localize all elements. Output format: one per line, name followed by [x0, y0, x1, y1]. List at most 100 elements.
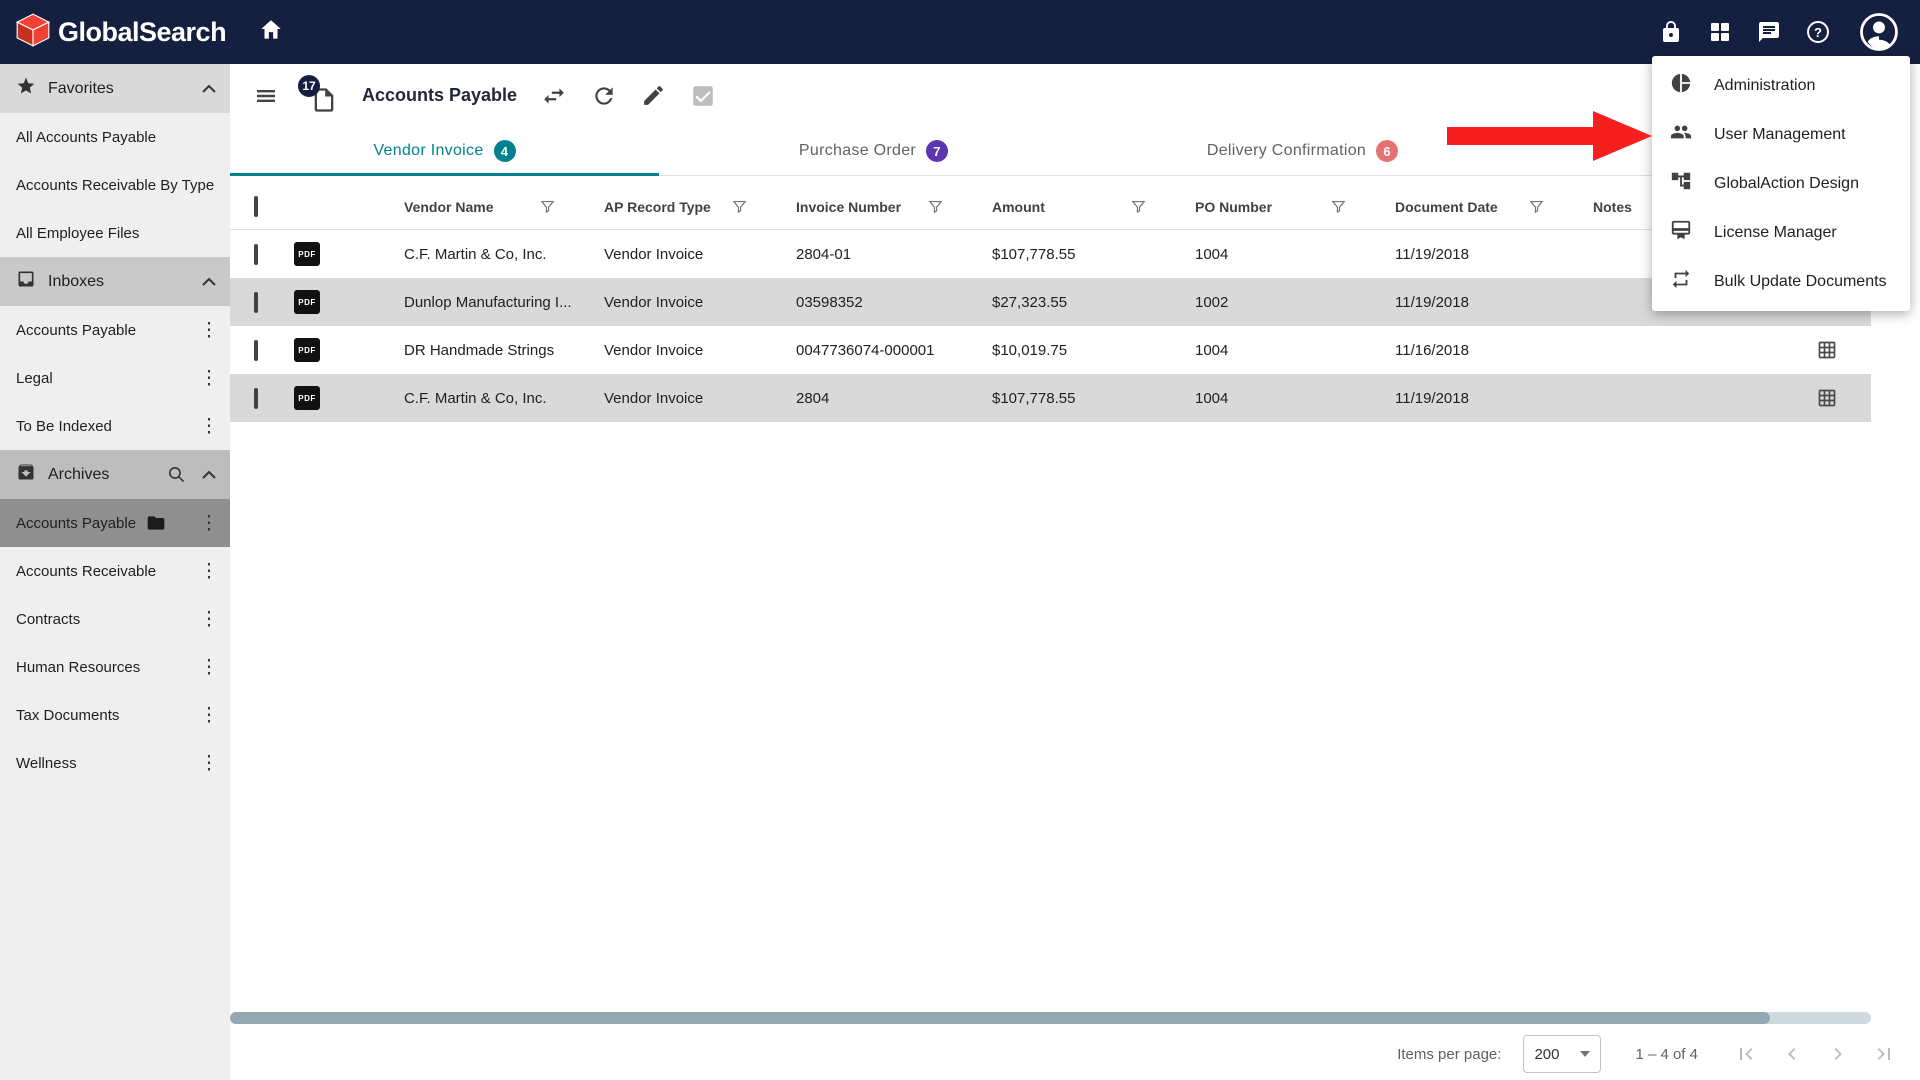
- edit-pencil-icon[interactable]: [641, 83, 666, 108]
- kebab-menu-icon[interactable]: ⋮: [198, 610, 220, 629]
- chevron-up-icon[interactable]: [202, 466, 216, 484]
- row-checkbox[interactable]: [254, 291, 258, 313]
- cell-document-date: 11/19/2018: [1395, 245, 1469, 263]
- sidebar-item-accounts-receivable-by-type[interactable]: Accounts Receivable By Type: [0, 161, 230, 209]
- archive-item-contracts[interactable]: Contracts ⋮: [0, 595, 230, 643]
- chevron-up-icon[interactable]: [202, 273, 216, 291]
- star-icon: [16, 76, 36, 101]
- kebab-menu-icon[interactable]: ⋮: [198, 417, 220, 436]
- archive-item-human-resources[interactable]: Human Resources ⋮: [0, 643, 230, 691]
- tab-delivery-confirmation[interactable]: Delivery Confirmation 6: [1088, 127, 1517, 175]
- page-size-select[interactable]: 200: [1523, 1035, 1602, 1073]
- archive-item-accounts-payable[interactable]: Accounts Payable ⋮: [0, 499, 230, 547]
- cell-ap-record-type: Vendor Invoice: [604, 245, 704, 263]
- menu-item-administration[interactable]: Administration: [1652, 61, 1910, 110]
- kebab-menu-icon[interactable]: ⋮: [198, 514, 220, 533]
- cell-amount: $10,019.75: [992, 341, 1068, 359]
- cell-vendor-name: DR Handmade Strings: [404, 341, 555, 359]
- inboxes-section-header[interactable]: Inboxes: [0, 257, 230, 306]
- row-checkbox[interactable]: [254, 387, 258, 409]
- cell-document-date: 11/19/2018: [1395, 293, 1469, 311]
- previous-page-button[interactable]: [1778, 1040, 1806, 1068]
- help-icon[interactable]: ?: [1805, 19, 1831, 45]
- home-button[interactable]: [258, 17, 284, 48]
- filter-funnel-icon[interactable]: [1528, 198, 1545, 215]
- sidebar-item-all-accounts-payable[interactable]: All Accounts Payable: [0, 113, 230, 161]
- cell-po-number: 1004: [1195, 389, 1229, 407]
- pdf-file-icon[interactable]: PDF: [294, 242, 320, 266]
- swap-view-icon[interactable]: [541, 83, 567, 109]
- tab-purchase-order[interactable]: Purchase Order 7: [659, 127, 1088, 175]
- cell-po-number: 1004: [1195, 245, 1229, 263]
- menu-item-bulk-update-documents[interactable]: Bulk Update Documents: [1652, 257, 1910, 306]
- kebab-menu-icon[interactable]: ⋮: [198, 658, 220, 677]
- archive-item-tax-documents[interactable]: Tax Documents ⋮: [0, 691, 230, 739]
- archive-item-accounts-receivable[interactable]: Accounts Receivable ⋮: [0, 547, 230, 595]
- globalaction-design-icon: [1670, 170, 1692, 197]
- menu-item-license-manager[interactable]: License Manager: [1652, 208, 1910, 257]
- table-row[interactable]: PDF C.F. Martin & Co, Inc. Vendor Invoic…: [230, 230, 1871, 278]
- filter-funnel-icon[interactable]: [731, 198, 748, 215]
- favorites-label: Favorites: [48, 79, 114, 97]
- kebab-menu-icon[interactable]: ⋮: [198, 706, 220, 725]
- home-icon: [258, 17, 284, 48]
- tab-vendor-invoice[interactable]: Vendor Invoice 4: [230, 127, 659, 176]
- table-row[interactable]: PDF C.F. Martin & Co, Inc. Vendor Invoic…: [230, 374, 1871, 422]
- user-management-icon: [1670, 121, 1692, 148]
- kebab-menu-icon[interactable]: ⋮: [198, 369, 220, 388]
- lock-icon[interactable]: [1658, 19, 1684, 45]
- filter-funnel-icon[interactable]: [927, 198, 944, 215]
- items-per-page-label: Items per page:: [1397, 1045, 1502, 1063]
- app-launcher-icon[interactable]: [1707, 19, 1733, 45]
- grid-notes-icon[interactable]: [1817, 340, 1837, 360]
- menu-item-user-management[interactable]: User Management: [1652, 110, 1910, 159]
- kebab-menu-icon[interactable]: ⋮: [198, 321, 220, 340]
- refresh-icon[interactable]: [591, 83, 617, 109]
- last-page-button[interactable]: [1870, 1040, 1898, 1068]
- pdf-file-icon[interactable]: PDF: [294, 386, 320, 410]
- filter-funnel-icon[interactable]: [539, 198, 556, 215]
- topbar-actions: ?: [1658, 11, 1900, 53]
- inbox-item-legal[interactable]: Legal ⋮: [0, 354, 230, 402]
- feedback-chat-icon[interactable]: [1756, 19, 1782, 45]
- admin-dropdown-menu: Administration User Management GlobalAct…: [1652, 56, 1910, 311]
- cell-vendor-name: C.F. Martin & Co, Inc.: [404, 389, 547, 407]
- select-all-checkbox[interactable]: [254, 195, 258, 217]
- cell-po-number: 1002: [1195, 293, 1229, 311]
- hamburger-menu-icon[interactable]: [254, 84, 278, 108]
- archive-item-wellness[interactable]: Wellness ⋮: [0, 739, 230, 787]
- cell-invoice-number: 03598352: [796, 293, 863, 311]
- table-row[interactable]: PDF DR Handmade Strings Vendor Invoice 0…: [230, 326, 1871, 374]
- chevron-up-icon[interactable]: [202, 80, 216, 98]
- pdf-file-icon[interactable]: PDF: [294, 338, 320, 362]
- next-page-button[interactable]: [1824, 1040, 1852, 1068]
- row-checkbox[interactable]: [254, 339, 258, 361]
- archive-title: Accounts Payable: [362, 85, 518, 105]
- results-table: Vendor Name AP Record Type Invoice Numbe…: [230, 184, 1871, 422]
- globalsearch-app: GlobalSearch ? Favorites All Accounts Pa…: [0, 0, 1920, 1080]
- table-row[interactable]: PDF Dunlop Manufacturing I... Vendor Inv…: [230, 278, 1871, 326]
- select-checkbox-icon-disabled[interactable]: [690, 83, 716, 109]
- kebab-menu-icon[interactable]: ⋮: [198, 562, 220, 581]
- row-checkbox[interactable]: [254, 243, 258, 265]
- column-header-vendor-name: Vendor Name: [404, 198, 494, 215]
- filter-funnel-icon[interactable]: [1330, 198, 1347, 215]
- filter-funnel-icon[interactable]: [1130, 198, 1147, 215]
- favorites-section-header[interactable]: Favorites: [0, 64, 230, 113]
- search-icon[interactable]: [167, 465, 186, 484]
- horizontal-scrollbar-track[interactable]: [230, 1012, 1871, 1024]
- sidebar-item-all-employee-files[interactable]: All Employee Files: [0, 209, 230, 257]
- horizontal-scrollbar-thumb[interactable]: [230, 1012, 1770, 1024]
- first-page-button[interactable]: [1732, 1040, 1760, 1068]
- cell-ap-record-type: Vendor Invoice: [604, 341, 704, 359]
- menu-item-globalaction-design[interactable]: GlobalAction Design: [1652, 159, 1910, 208]
- pdf-file-icon[interactable]: PDF: [294, 290, 320, 314]
- grid-notes-icon[interactable]: [1817, 388, 1837, 408]
- record-type-tabs: Vendor Invoice 4 Purchase Order 7 Delive…: [230, 127, 1871, 176]
- inbox-item-to-be-indexed[interactable]: To Be Indexed ⋮: [0, 402, 230, 450]
- archives-section-header[interactable]: Archives: [0, 450, 230, 499]
- inbox-item-accounts-payable[interactable]: Accounts Payable ⋮: [0, 306, 230, 354]
- user-avatar-icon[interactable]: [1858, 11, 1900, 53]
- kebab-menu-icon[interactable]: ⋮: [198, 754, 220, 773]
- cell-vendor-name: C.F. Martin & Co, Inc.: [404, 245, 547, 263]
